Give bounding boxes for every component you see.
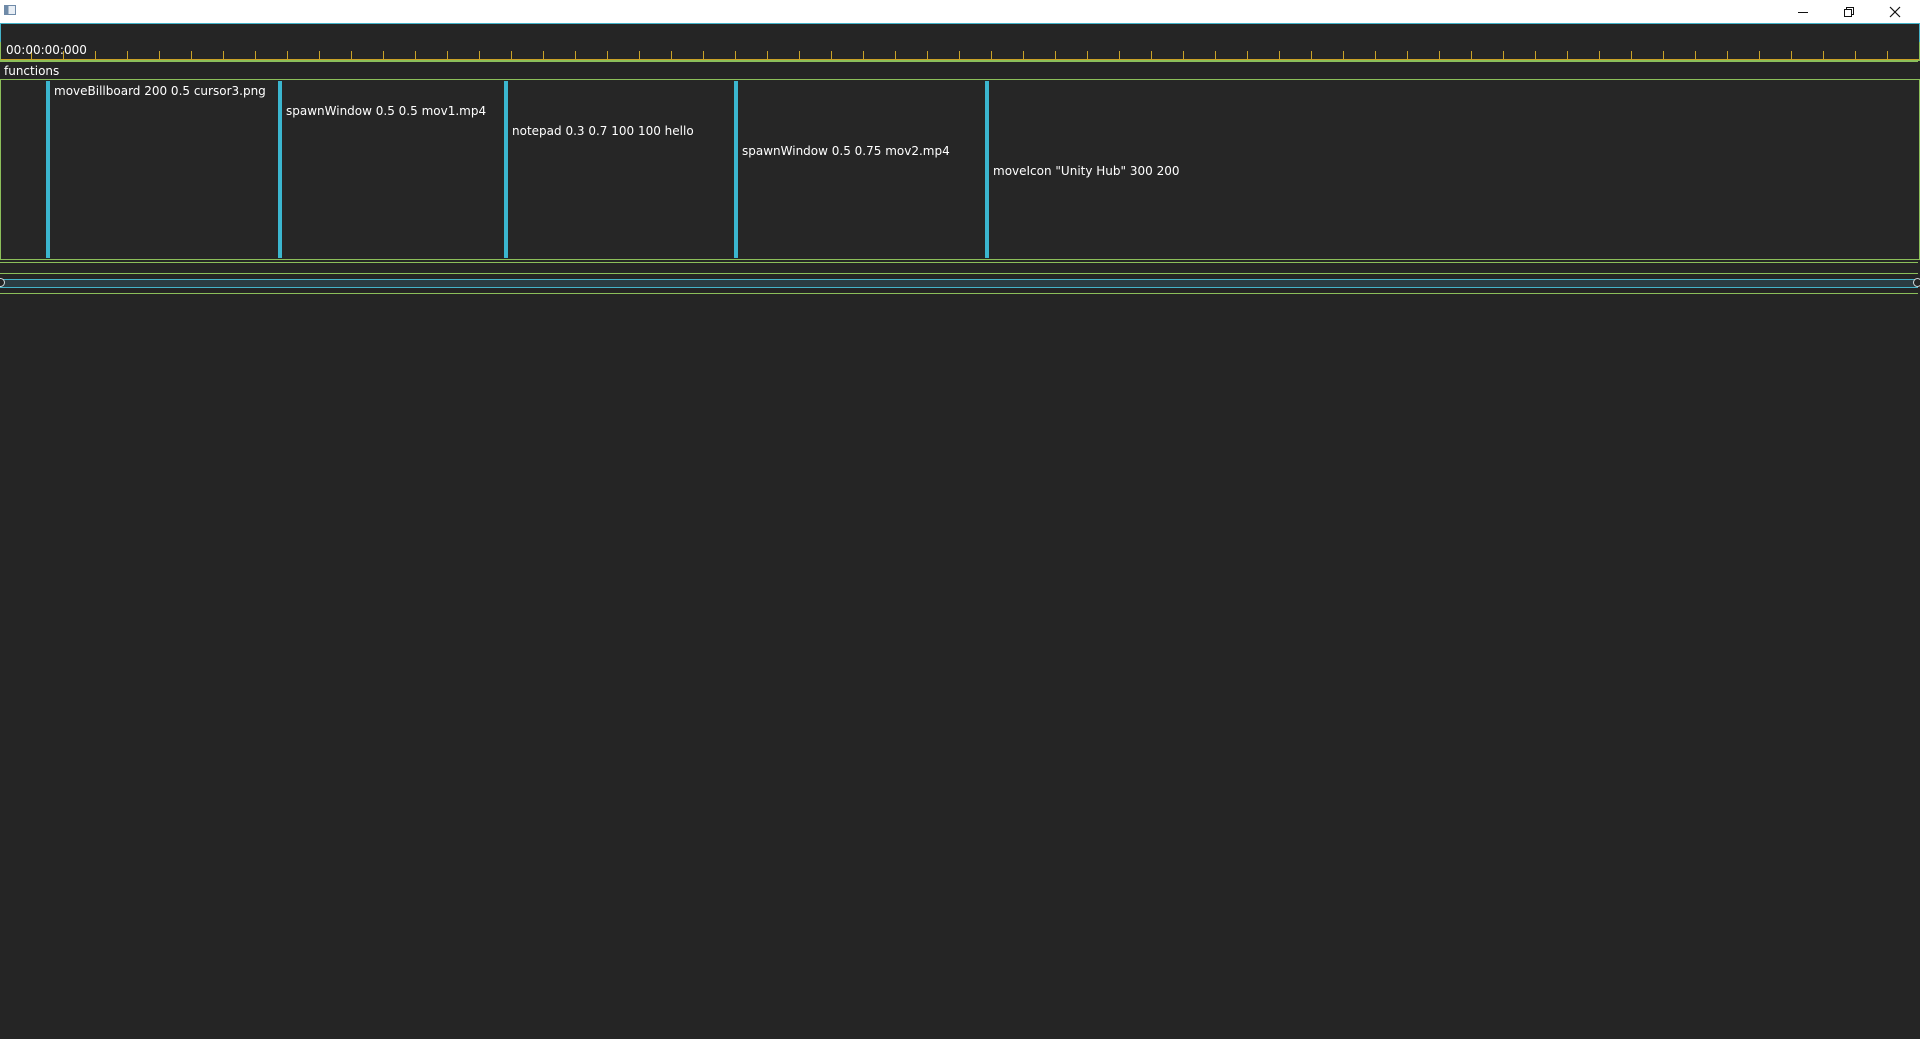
- restore-button[interactable]: [1826, 0, 1872, 23]
- clip-marker[interactable]: [278, 81, 282, 258]
- close-button[interactable]: [1872, 0, 1918, 23]
- clip-label[interactable]: spawnWindow 0.5 0.5 mov1.mp4: [286, 104, 486, 118]
- minimize-icon: [1798, 11, 1808, 13]
- minimize-button[interactable]: [1780, 0, 1826, 23]
- clip-label[interactable]: moveBillboard 200 0.5 cursor3.png: [54, 84, 266, 98]
- clip-marker[interactable]: [504, 81, 508, 258]
- clip-label[interactable]: moveIcon "Unity Hub" 300 200: [993, 164, 1179, 178]
- ruler-ticks: [1, 51, 1919, 60]
- clip-label[interactable]: spawnWindow 0.5 0.75 mov2.mp4: [742, 144, 950, 158]
- divider: [0, 262, 1918, 273]
- clip-marker[interactable]: [734, 81, 738, 258]
- scroll-end-handle[interactable]: [1913, 278, 1920, 287]
- app-icon: [4, 5, 16, 15]
- horizontal-scrollbar[interactable]: [0, 273, 1920, 294]
- restore-icon: [1844, 6, 1854, 17]
- clip-marker[interactable]: [46, 81, 50, 258]
- current-time-display: 00:00:00:000: [6, 43, 87, 57]
- track-header: [0, 61, 1918, 80]
- clip-marker[interactable]: [985, 81, 989, 258]
- time-ruler[interactable]: 00:00:00:000: [0, 42, 1920, 61]
- toolbar-strip: [0, 23, 1920, 43]
- window-titlebar: [0, 0, 1920, 23]
- close-icon: [1889, 6, 1901, 17]
- clip-label[interactable]: notepad 0.3 0.7 100 100 hello: [512, 124, 694, 138]
- scrollbar-track[interactable]: [0, 279, 1918, 288]
- track-label: functions: [4, 64, 60, 78]
